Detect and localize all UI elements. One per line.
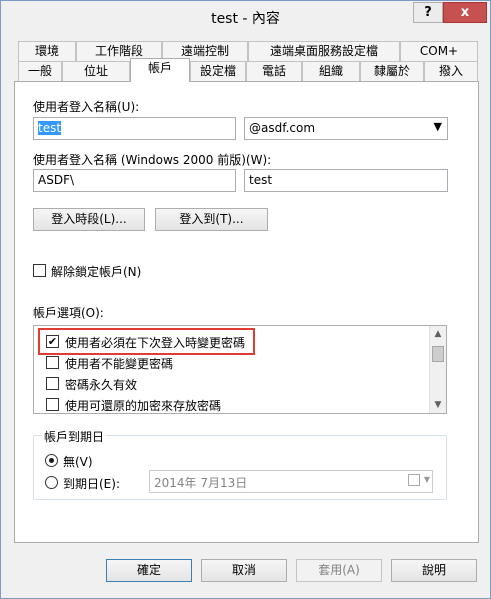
end-of-radio[interactable]	[45, 476, 58, 489]
chevron-down-icon: ▼	[433, 120, 442, 133]
scroll-thumb[interactable]	[432, 346, 444, 362]
account-expires-group: 帳戶到期日 無(V) 到期日(E): 2014年 7月13日 ▼	[33, 428, 447, 500]
upn-suffix-value: @asdf.com	[249, 121, 316, 135]
tab-environment[interactable]: 環境	[18, 41, 76, 61]
never-label: 無(V)	[63, 455, 93, 469]
option-label: 使用者不能變更密碼	[65, 357, 174, 371]
logon-name-input[interactable]: test	[33, 117, 236, 140]
logon-hours-button[interactable]: 登入時段(L)...	[33, 208, 145, 231]
tab-row-1: 環境 工作階段 遠端控制 遠端桌面服務設定檔 COM+	[18, 41, 478, 61]
option-label: 密碼永久有效	[65, 378, 138, 392]
unlock-account-checkbox[interactable]	[33, 264, 46, 277]
never-radio[interactable]	[45, 454, 58, 467]
upn-suffix-select[interactable]: @asdf.com ▼	[244, 117, 448, 140]
tab-general[interactable]: 一般	[18, 61, 62, 81]
pre2000-name-label: 使用者登入名稱 (Windows 2000 前版)(W):	[33, 153, 272, 167]
account-tab-panel: 使用者登入名稱(U): test @asdf.com ▼ 使用者登入名稱 (Wi…	[14, 81, 479, 543]
option-label: 使用者必須在下次登入時變更密碼	[65, 336, 246, 350]
expiry-date-picker[interactable]: 2014年 7月13日 ▼	[149, 470, 433, 493]
tab-row-2: 一般 位址 帳戶 設定檔 電話 組織 隸屬於 撥入	[18, 58, 478, 82]
tab-organization[interactable]: 組織	[302, 61, 360, 81]
calendar-icon	[408, 474, 420, 486]
options-scrollbar[interactable]: ▲ ▼	[429, 326, 446, 413]
properties-dialog: test - 內容 ? x 環境 工作階段 遠端控制 遠端桌面服務設定檔 COM…	[0, 0, 491, 599]
help-title-button[interactable]: ?	[413, 2, 443, 23]
option-checkbox[interactable]: ✔	[46, 335, 59, 348]
option-label: 使用可還原的加密來存放密碼	[65, 399, 222, 413]
tab-address[interactable]: 位址	[62, 61, 130, 81]
scroll-down-icon[interactable]: ▼	[430, 397, 446, 413]
tab-com-plus[interactable]: COM+	[400, 41, 478, 61]
pre2000-name-input[interactable]: test	[244, 169, 448, 192]
account-options-list[interactable]: ✔ 使用者必須在下次登入時變更密碼 使用者不能變更密碼 密碼永久有效 使用可還原…	[33, 325, 447, 414]
tab-member-of[interactable]: 隸屬於	[360, 61, 424, 81]
end-of-label: 到期日(E):	[63, 477, 120, 491]
tab-rds-profile[interactable]: 遠端桌面服務設定檔	[248, 41, 400, 61]
apply-button[interactable]: 套用(A)	[296, 559, 382, 582]
tab-account[interactable]: 帳戶	[130, 58, 190, 82]
scroll-up-icon[interactable]: ▲	[430, 326, 446, 342]
help-button[interactable]: 說明	[391, 559, 477, 582]
cancel-button[interactable]: 取消	[201, 559, 287, 582]
option-checkbox[interactable]	[46, 377, 59, 390]
expiry-date-value: 2014年 7月13日	[154, 476, 248, 490]
close-button[interactable]: x	[443, 2, 487, 23]
option-checkbox[interactable]	[46, 398, 59, 411]
tab-dial-in[interactable]: 撥入	[424, 61, 478, 81]
account-options-label: 帳戶選項(O):	[33, 306, 104, 320]
title-bar: test - 內容 ? x	[1, 1, 490, 33]
option-checkbox[interactable]	[46, 356, 59, 369]
unlock-account-label: 解除鎖定帳戶(N)	[51, 265, 142, 279]
chevron-down-icon: ▼	[423, 475, 430, 484]
logon-name-label: 使用者登入名稱(U):	[33, 100, 140, 114]
tab-telephones[interactable]: 電話	[246, 61, 302, 81]
pre2000-domain-input[interactable]: ASDF\	[33, 169, 236, 192]
account-expires-label: 帳戶到期日	[42, 428, 107, 445]
ok-button[interactable]: 確定	[106, 559, 192, 582]
logon-to-button[interactable]: 登入到(T)...	[155, 208, 268, 231]
tab-profile[interactable]: 設定檔	[190, 61, 246, 81]
logon-name-value: test	[38, 121, 62, 135]
